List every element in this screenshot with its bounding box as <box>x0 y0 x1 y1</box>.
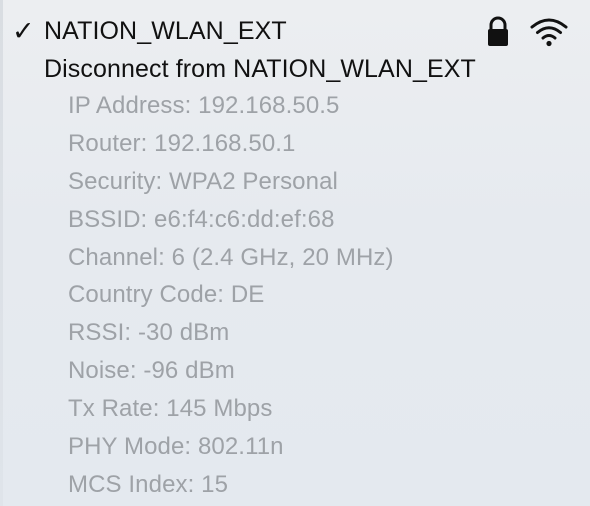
lock-icon <box>488 16 508 46</box>
detail-router: Router: 192.168.50.1 <box>68 129 296 157</box>
detail-rssi: RSSI: -30 dBm <box>68 319 230 347</box>
detail-tx-rate: Tx Rate: 145 Mbps <box>68 395 273 423</box>
detail-noise: Noise: -96 dBm <box>68 357 235 385</box>
disconnect-menu-item[interactable]: Disconnect from NATION_WLAN_EXT <box>0 50 590 88</box>
detail-phy-mode: PHY Mode: 802.11n <box>68 432 284 460</box>
network-details: IP Address: 192.168.50.5 Router: 192.168… <box>68 87 568 504</box>
disconnect-label: Disconnect from NATION_WLAN_EXT <box>44 54 476 83</box>
detail-security: Security: WPA2 Personal <box>68 167 338 195</box>
connected-network-row[interactable]: ✓ NATION_WLAN_EXT <box>0 12 590 50</box>
detail-country-code: Country Code: DE <box>68 281 265 309</box>
network-name: NATION_WLAN_EXT <box>44 16 287 45</box>
checkmark-icon: ✓ <box>12 15 35 46</box>
wifi-icon <box>530 18 568 47</box>
detail-ip-address: IP Address: 192.168.50.5 <box>68 91 340 119</box>
wifi-status-menu: ✓ NATION_WLAN_EXT Disconnect from NATION… <box>0 0 590 506</box>
detail-bssid: BSSID: e6:f4:c6:dd:ef:68 <box>68 205 335 233</box>
detail-mcs-index: MCS Index: 15 <box>68 470 229 498</box>
detail-channel: Channel: 6 (2.4 GHz, 20 MHz) <box>68 243 394 271</box>
